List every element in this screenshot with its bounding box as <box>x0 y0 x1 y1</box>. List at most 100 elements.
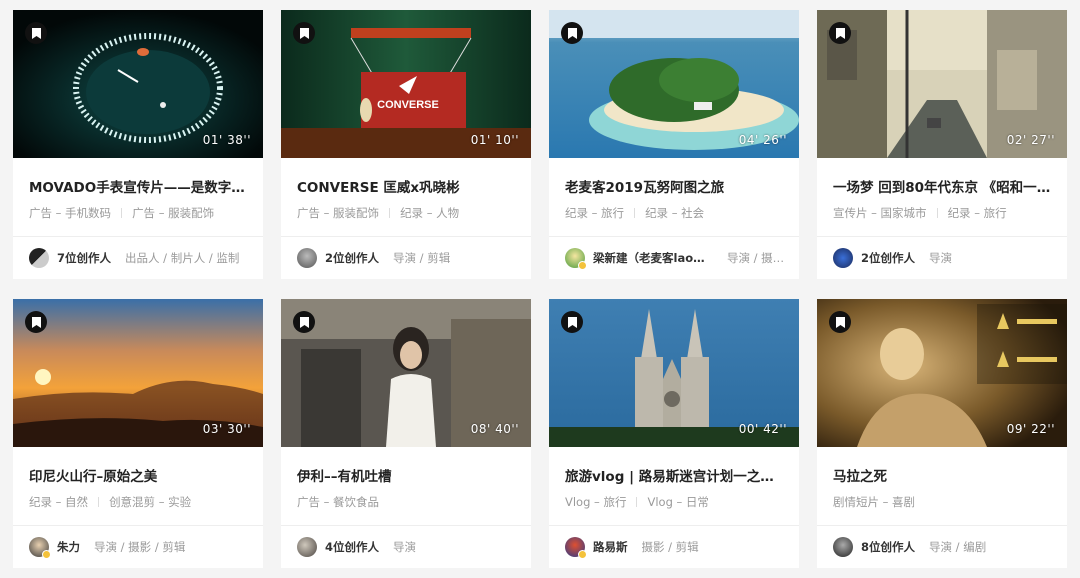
avatar[interactable] <box>565 537 587 558</box>
tag[interactable]: 纪录 – 自然 <box>29 495 88 509</box>
tag[interactable]: Vlog – 日常 <box>647 495 708 509</box>
creator-roles: 摄影 / 剪辑 <box>641 540 699 554</box>
video-thumbnail[interactable]: 02' 27'' <box>817 10 1067 158</box>
card-divider <box>549 236 799 237</box>
video-title[interactable]: 一场梦 回到80年代东京 《昭和一梦》 <box>833 176 1055 196</box>
video-card[interactable]: 03' 30'' 印尼火山行–原始之美 纪录 – 自然 创意混剪 – 实验 朱力 … <box>13 299 263 568</box>
tag-divider <box>121 208 123 218</box>
avatar[interactable] <box>29 248 49 268</box>
video-thumbnail[interactable]: 01' 38'' <box>13 10 263 158</box>
tag[interactable]: 纪录 – 旅行 <box>565 206 624 220</box>
tag[interactable]: 广告 – 服装配饰 <box>297 206 379 220</box>
tag-divider <box>634 208 636 218</box>
creator-name[interactable]: 8位创作人 <box>861 539 915 555</box>
bookmark-icon[interactable] <box>293 22 315 44</box>
video-tags: Vlog – 旅行 Vlog – 日常 <box>565 494 709 510</box>
card-divider <box>817 525 1067 526</box>
tag[interactable]: 广告 – 手机数码 <box>29 206 111 220</box>
video-tags: 广告 – 服装配饰 纪录 – 人物 <box>297 205 459 221</box>
video-duration: 01' 10'' <box>470 133 519 147</box>
video-thumbnail[interactable]: CONVERSE 01' 10'' <box>281 10 531 158</box>
tag[interactable]: 广告 – 餐饮食品 <box>297 495 379 509</box>
bookmark-icon[interactable] <box>25 311 47 333</box>
avatar[interactable] <box>297 248 317 268</box>
video-title[interactable]: 马拉之死 <box>833 465 1055 485</box>
creator-row: 梁新建（老麦客laom… 导演 / 摄… <box>565 247 787 269</box>
bookmark-icon[interactable] <box>829 22 851 44</box>
video-title[interactable]: 旅游vlog | 路易斯迷宫计划一之广州… <box>565 465 787 485</box>
tag[interactable]: 纪录 – 旅行 <box>948 206 1007 220</box>
card-divider <box>13 236 263 237</box>
video-card[interactable]: 08' 40'' 伊利––有机吐槽 广告 – 餐饮食品 4位创作人 导演 <box>281 299 531 568</box>
bookmark-icon[interactable] <box>829 311 851 333</box>
creator-roles: 导演 <box>393 540 417 554</box>
video-thumbnail[interactable]: 09' 22'' <box>817 299 1067 447</box>
card-divider <box>281 236 531 237</box>
tag-divider <box>636 497 638 507</box>
video-grid: 01' 38'' MOVADO手表宣传片——是数字定… 广告 – 手机数码 广告 … <box>13 10 1067 568</box>
creator-row: 7位创作人 出品人 / 制片人 / 监制 <box>29 247 251 269</box>
avatar[interactable] <box>565 248 587 269</box>
bookmark-icon[interactable] <box>561 22 583 44</box>
video-tags: 剧情短片 – 喜剧 <box>833 494 915 510</box>
video-duration: 09' 22'' <box>1006 422 1055 436</box>
verified-badge-icon <box>578 550 587 558</box>
creator-roles: 导演 <box>929 251 953 265</box>
video-tags: 纪录 – 旅行 纪录 – 社会 <box>565 205 704 221</box>
video-duration: 08' 40'' <box>470 422 519 436</box>
video-title[interactable]: 印尼火山行–原始之美 <box>29 465 251 485</box>
video-thumbnail[interactable]: 03' 30'' <box>13 299 263 447</box>
video-duration: 00' 42'' <box>738 422 787 436</box>
card-divider <box>13 525 263 526</box>
verified-badge-icon <box>578 261 587 269</box>
tag[interactable]: 剧情短片 – 喜剧 <box>833 495 915 509</box>
video-title[interactable]: 伊利––有机吐槽 <box>297 465 519 485</box>
video-tags: 广告 – 餐饮食品 <box>297 494 379 510</box>
creator-roles: 导演 / 摄影 / 剪辑 <box>94 540 186 554</box>
video-tags: 广告 – 手机数码 广告 – 服装配饰 <box>29 205 214 221</box>
avatar[interactable] <box>297 537 317 557</box>
creator-name[interactable]: 梁新建（老麦客laom… <box>593 250 713 266</box>
video-thumbnail[interactable]: 00' 42'' <box>549 299 799 447</box>
video-thumbnail[interactable]: 04' 26'' <box>549 10 799 158</box>
tag[interactable]: 创意混剪 – 实验 <box>109 495 191 509</box>
video-duration: 01' 38'' <box>202 133 251 147</box>
creator-name[interactable]: 路易斯 <box>593 539 628 555</box>
video-card[interactable]: 09' 22'' 马拉之死 剧情短片 – 喜剧 8位创作人 导演 / 编剧 <box>817 299 1067 568</box>
video-title[interactable]: 老麦客2019瓦努阿图之旅 <box>565 176 787 196</box>
creator-row: 路易斯 摄影 / 剪辑 <box>565 536 787 558</box>
video-thumbnail[interactable]: 08' 40'' <box>281 299 531 447</box>
tag-divider <box>389 208 391 218</box>
creator-roles: 导演 / 剪辑 <box>393 251 451 265</box>
avatar[interactable] <box>29 537 51 558</box>
tag[interactable]: 纪录 – 社会 <box>645 206 704 220</box>
video-card[interactable]: CONVERSE 01' 10'' CONVERSE 匡威x巩晓彬 广告 – 服… <box>281 10 531 279</box>
creator-name[interactable]: 7位创作人 <box>57 250 111 266</box>
bookmark-icon[interactable] <box>293 311 315 333</box>
bookmark-icon[interactable] <box>25 22 47 44</box>
tag[interactable]: 纪录 – 人物 <box>400 206 459 220</box>
creator-name[interactable]: 朱力 <box>57 539 80 555</box>
creator-name[interactable]: 2位创作人 <box>325 250 379 266</box>
creator-row: 2位创作人 导演 / 剪辑 <box>297 247 519 269</box>
video-duration: 03' 30'' <box>202 422 251 436</box>
tag[interactable]: Vlog – 旅行 <box>565 495 626 509</box>
video-title[interactable]: MOVADO手表宣传片——是数字定… <box>29 176 251 196</box>
video-card[interactable]: 01' 38'' MOVADO手表宣传片——是数字定… 广告 – 手机数码 广告 … <box>13 10 263 279</box>
video-card[interactable]: 04' 26'' 老麦客2019瓦努阿图之旅 纪录 – 旅行 纪录 – 社会 梁新… <box>549 10 799 279</box>
tag-divider <box>936 208 938 218</box>
verified-badge-icon <box>42 550 51 558</box>
creator-name[interactable]: 2位创作人 <box>861 250 915 266</box>
tag-divider <box>98 497 100 507</box>
video-card[interactable]: 00' 42'' 旅游vlog | 路易斯迷宫计划一之广州… Vlog – 旅行… <box>549 299 799 568</box>
converse-logo-text: CONVERSE <box>377 99 439 111</box>
video-title[interactable]: CONVERSE 匡威x巩晓彬 <box>297 176 519 196</box>
tag[interactable]: 广告 – 服装配饰 <box>132 206 214 220</box>
creator-name[interactable]: 4位创作人 <box>325 539 379 555</box>
avatar[interactable] <box>833 537 853 557</box>
video-card[interactable]: 02' 27'' 一场梦 回到80年代东京 《昭和一梦》 宣传片 – 国家城市 纪… <box>817 10 1067 279</box>
avatar[interactable] <box>833 248 853 268</box>
video-tags: 宣传片 – 国家城市 纪录 – 旅行 <box>833 205 1007 221</box>
tag[interactable]: 宣传片 – 国家城市 <box>833 206 927 220</box>
bookmark-icon[interactable] <box>561 311 583 333</box>
